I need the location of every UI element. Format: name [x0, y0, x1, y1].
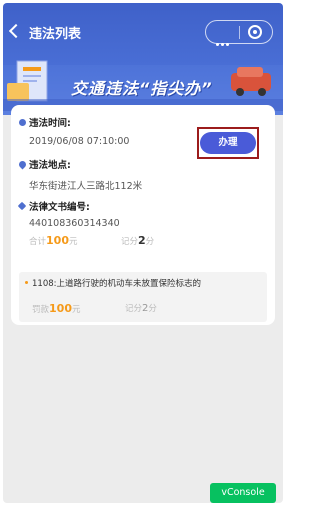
total-amount: 100 — [46, 234, 69, 247]
status-bar — [3, 3, 283, 13]
location-pin-icon — [17, 159, 28, 170]
points-amount: 2 — [138, 234, 146, 247]
mini-program-capsule — [205, 20, 273, 46]
chevron-left-icon[interactable] — [8, 23, 24, 39]
vconsole-button[interactable]: vConsole — [210, 483, 276, 503]
total-fine: 合计100元 — [29, 234, 78, 247]
doc-label: 法律文书编号: — [29, 202, 90, 213]
place-label: 违法地点: — [29, 160, 71, 171]
close-circle-icon[interactable] — [248, 25, 262, 39]
violation-fine-amount: 100 — [49, 302, 72, 315]
phone-screen: 违法列表 交通违法“指尖办” 违法时间: 2019/06/08 07:10:00… — [3, 3, 283, 503]
place-value: 华东街进江人三路北112米 — [29, 181, 143, 192]
violation-points: 记分2分 — [125, 303, 157, 314]
more-icon[interactable] — [216, 31, 236, 46]
nav-bar: 违法列表 — [3, 15, 283, 49]
capsule-divider — [239, 26, 240, 39]
time-value: 2019/06/08 07:10:00 — [29, 136, 130, 147]
banner-slogan: 交通违法“指尖办” — [71, 79, 213, 98]
violation-description: 1108:上道路行驶的机动车未放置保险标志的 — [32, 279, 201, 289]
bullet-dot — [25, 281, 28, 284]
total-points: 记分2分 — [121, 234, 155, 247]
violation-fine: 罚款100元 — [32, 302, 81, 315]
time-label: 违法时间: — [29, 118, 71, 129]
violation-item[interactable]: 1108:上道路行驶的机动车未放置保险标志的 罚款100元 记分2分 — [19, 272, 267, 322]
page-title: 违法列表 — [29, 27, 82, 42]
clock-icon — [19, 119, 26, 126]
tag-icon — [17, 201, 27, 211]
doc-value: 440108360314340 — [29, 218, 120, 229]
handle-button[interactable]: 办理 — [200, 132, 256, 154]
